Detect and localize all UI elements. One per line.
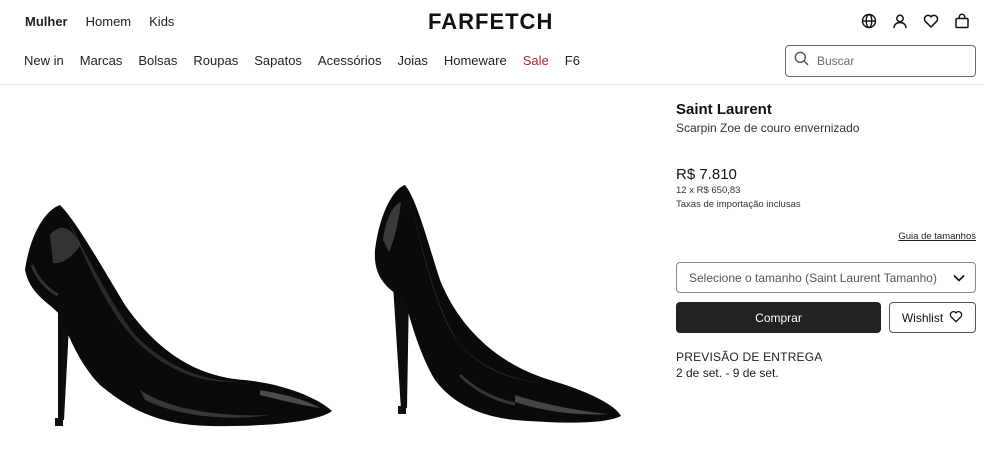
nav-joias[interactable]: Joias — [398, 53, 428, 68]
size-select-dropdown[interactable]: Selecione o tamanho (Saint Laurent Taman… — [676, 262, 976, 293]
gender-nav: Mulher Homem Kids — [25, 14, 174, 29]
nav-bolsas[interactable]: Bolsas — [138, 53, 177, 68]
wishlist-button-label: Wishlist — [901, 310, 944, 325]
nav-homeware[interactable]: Homeware — [444, 53, 507, 68]
farfetch-logo[interactable]: FARFETCH — [428, 9, 553, 35]
search-icon — [794, 51, 809, 71]
installments-text: 12 x R$ 650,83 — [676, 185, 741, 196]
gender-tab-mulher[interactable]: Mulher — [25, 14, 68, 29]
category-nav: New in Marcas Bolsas Roupas Sapatos Aces… — [24, 53, 580, 68]
nav-new-in[interactable]: New in — [24, 53, 64, 68]
header-divider — [0, 84, 984, 85]
heart-icon — [949, 310, 963, 326]
nav-sapatos[interactable]: Sapatos — [254, 53, 302, 68]
top-bar: Mulher Homem Kids FARFETCH — [0, 0, 984, 42]
nav-acessorios[interactable]: Acessórios — [318, 53, 382, 68]
globe-icon[interactable] — [860, 12, 877, 29]
account-icon[interactable] — [891, 12, 908, 29]
product-name: Scarpin Zoe de couro envernizado — [676, 121, 860, 135]
gender-tab-kids[interactable]: Kids — [149, 14, 174, 29]
heart-icon[interactable] — [922, 12, 939, 29]
bag-icon[interactable] — [953, 12, 970, 29]
taxes-note: Taxas de importação inclusas — [676, 199, 801, 210]
nav-f6[interactable]: F6 — [565, 53, 580, 68]
nav-sale[interactable]: Sale — [523, 53, 549, 68]
product-price: R$ 7.810 — [676, 166, 737, 183]
delivery-title: PREVISÃO DE ENTREGA — [676, 350, 823, 364]
size-select-label: Selecione o tamanho (Saint Laurent Taman… — [689, 270, 937, 285]
product-image-front[interactable] — [365, 180, 630, 435]
buy-button-label: Comprar — [755, 310, 802, 325]
header-icons — [860, 12, 970, 29]
chevron-down-icon — [953, 271, 965, 285]
nav-marcas[interactable]: Marcas — [80, 53, 123, 68]
product-brand[interactable]: Saint Laurent — [676, 101, 772, 118]
search-input[interactable] — [817, 54, 967, 68]
product-image-side[interactable] — [20, 195, 340, 440]
buy-button[interactable]: Comprar — [676, 302, 881, 333]
size-guide-link[interactable]: Guia de tamanhos — [898, 231, 976, 242]
wishlist-button[interactable]: Wishlist — [889, 302, 976, 333]
search-box[interactable] — [785, 45, 976, 77]
gender-tab-homem[interactable]: Homem — [86, 14, 132, 29]
nav-roupas[interactable]: Roupas — [193, 53, 238, 68]
delivery-dates: 2 de set. - 9 de set. — [676, 366, 779, 380]
